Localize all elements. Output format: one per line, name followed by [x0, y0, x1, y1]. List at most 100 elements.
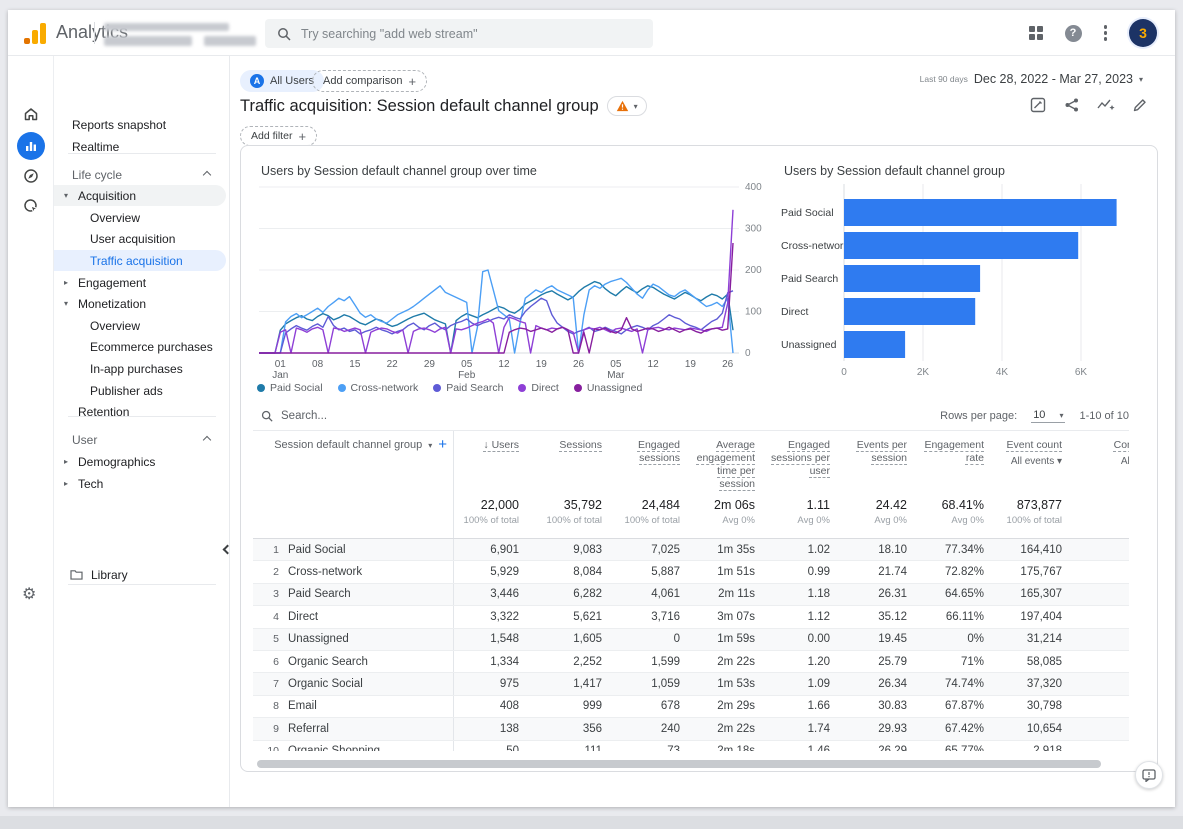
add-comparison-button[interactable]: Add comparison + — [312, 70, 428, 92]
row-metric-cell: 6,901 — [490, 543, 519, 556]
advertising-icon[interactable] — [23, 198, 39, 214]
column-header-event-count[interactable]: Event count All events ▾ — [986, 431, 1064, 491]
reports-icon[interactable] — [17, 132, 45, 160]
row-dimension-cell: 8 Email — [253, 695, 454, 718]
chevron-up-icon[interactable] — [202, 170, 212, 180]
column-header-users[interactable]: ↓ Users — [454, 431, 521, 491]
sidebar-item-overview[interactable]: Overview — [54, 207, 226, 228]
sidebar-item-reports-snapshot[interactable]: Reports snapshot — [54, 114, 226, 135]
add-filter-button[interactable]: Add filter + — [240, 126, 318, 146]
property-suffix-redacted[interactable] — [204, 36, 256, 46]
table-row-unassigned[interactable]: 5 Unassigned 1,548 1,605 0 1m 59s 0.00 19.45 0% 3… — [253, 628, 1129, 651]
row-metric-cell: 2m 29s — [717, 700, 755, 713]
table-search-input[interactable]: Search... — [253, 410, 327, 422]
svg-text:100: 100 — [745, 307, 762, 318]
row-metric-cell: 65.77% — [909, 745, 986, 751]
sidebar-item-library[interactable]: Library — [54, 564, 226, 585]
sidebar-item-engagement[interactable]: ▸ Engagement — [54, 272, 226, 293]
row-metric-cell: 35.12 — [878, 610, 907, 623]
column-header-engagement-rate[interactable]: Engagement rate — [909, 431, 986, 491]
column-header-sessions[interactable]: Sessions — [521, 431, 604, 491]
sidebar-item-demographics[interactable]: ▸ Demographics — [54, 451, 226, 472]
sidebar-item-publisher-ads[interactable]: Publisher ads — [54, 380, 226, 401]
table-row-organic-search[interactable]: 6 Organic Search 1,334 2,252 1,599 2m 22s 1.20… — [253, 650, 1129, 674]
column-header-label: Engagement rate — [924, 439, 984, 464]
sidebar-item-ecommerce-purchases[interactable]: Ecommerce purchases — [54, 336, 226, 357]
table-row-paid-search[interactable]: 3 Paid Search 3,446 6,282 4,061 2m 11s 1.18 26.… — [253, 583, 1129, 607]
date-range-picker[interactable]: Last 90 days Dec 28, 2022 - Mar 27, 2023… — [920, 72, 1143, 86]
customize-report-icon[interactable] — [1029, 96, 1047, 114]
table-row-organic-social[interactable]: 7 Organic Social 975 1,417 1,059 1m 53s 1.09 26… — [253, 673, 1129, 696]
legend-item-direct: Direct — [518, 382, 559, 394]
column-header-engaged-sessions[interactable]: Engaged sessions — [604, 431, 682, 491]
row-metric-cell: 29.93 — [878, 722, 907, 735]
property-name-redacted[interactable] — [104, 36, 192, 46]
row-dimension-cell: 3 Paid Search — [253, 583, 454, 606]
dimension-column-header[interactable]: Session default channel group ▾ + — [253, 431, 454, 491]
column-header-engaged-sessions-per-user[interactable]: Engaged sessions per user — [757, 431, 832, 491]
table-scroll-region[interactable]: Session default channel group ▾ + ↓ Users Se… — [253, 431, 1129, 751]
table-row-paid-social[interactable]: 1 Paid Social 6,901 9,083 7,025 1m 35s 1.02 18.… — [253, 539, 1129, 562]
sidebar-item-acquisition[interactable]: ▾ Acquisition — [54, 185, 226, 206]
chart-legend: Paid Social Cross-network Paid Search Direc… — [257, 382, 642, 394]
edit-pencil-icon[interactable] — [1131, 96, 1149, 114]
column-header-conversions[interactable]: Conversions All events ▾ — [1064, 431, 1129, 491]
table-row-direct[interactable]: 4 Direct 3,322 5,621 3,716 3m 07s 1.12 35.12 66.… — [253, 606, 1129, 629]
global-search-input[interactable]: Try searching "add web stream" — [265, 19, 653, 48]
caret-down-icon[interactable]: ▾ — [64, 299, 68, 308]
svg-text:19: 19 — [536, 359, 548, 370]
table-row-referral[interactable]: 9 Referral 138 356 240 2m 22s 1.74 29.93 67.42% 1… — [253, 718, 1129, 741]
avatar[interactable]: 3 — [1129, 19, 1157, 47]
sidebar-item-tech[interactable]: ▸ Tech — [54, 473, 226, 494]
admin-gear-icon[interactable]: ⚙ — [22, 584, 36, 604]
svg-text:0: 0 — [745, 348, 751, 359]
explore-icon[interactable] — [23, 168, 39, 184]
column-header-average-engagement-time-per-session[interactable]: Average engagement time per session — [682, 431, 757, 491]
row-channel-name: Direct — [288, 610, 319, 623]
row-channel-name: Email — [288, 700, 317, 713]
sidebar-item-user-acquisition[interactable]: User acquisition — [54, 228, 226, 249]
share-icon[interactable] — [1063, 96, 1081, 114]
sidebar-item-user[interactable]: User — [54, 429, 226, 450]
sidebar-item-in-app-purchases[interactable]: In-app purchases — [54, 358, 226, 379]
column-subheader[interactable]: All events ▾ — [986, 455, 1062, 468]
feedback-fab[interactable] — [1135, 761, 1163, 789]
sidebar-item-monetization[interactable]: ▾ Monetization — [54, 293, 226, 314]
sidebar-item-retention[interactable]: Retention — [54, 401, 226, 422]
sidebar-item-overview[interactable]: Overview — [54, 315, 226, 336]
table-row-email[interactable]: 8 Email 408 999 678 2m 29s 1.66 30.83 67.87% 30,7… — [253, 695, 1129, 719]
column-subheader[interactable]: All events ▾ — [1064, 455, 1129, 468]
chevron-down-icon[interactable]: ▾ — [428, 441, 432, 450]
row-metric-cell: 9,083 — [573, 543, 602, 556]
sidebar-item-life-cycle[interactable]: Life cycle — [54, 164, 226, 185]
table-row-organic-shopping[interactable]: 10Organic Shopping50111732m 18s1.4626.29… — [253, 740, 1129, 751]
rows-per-page-select[interactable]: 10 ▾ — [1031, 409, 1066, 423]
plus-icon: + — [408, 73, 417, 89]
folder-icon — [70, 569, 83, 580]
apps-grid-icon[interactable] — [1028, 26, 1043, 40]
row-dimension-cell: 5 Unassigned — [253, 628, 454, 650]
chevron-down-icon: ▾ — [633, 101, 638, 111]
account-name-redacted[interactable] — [104, 23, 229, 31]
row-rank: 1 — [273, 543, 279, 556]
chevron-up-icon[interactable] — [202, 435, 212, 445]
page-title: Traffic acquisition: Session default cha… — [240, 96, 647, 116]
caret-right-icon[interactable]: ▸ — [64, 278, 68, 287]
column-header-events-per-session[interactable]: Events per session — [832, 431, 909, 491]
home-icon[interactable] — [23, 106, 39, 122]
data-quality-warning-chip[interactable]: ▾ — [606, 96, 647, 116]
row-dimension-cell: 10Organic Shopping — [253, 740, 454, 751]
feedback-bubble-icon — [1142, 768, 1156, 782]
row-rank: 4 — [273, 610, 279, 623]
insights-icon[interactable] — [1097, 96, 1115, 114]
horizontal-scrollbar[interactable] — [257, 760, 1101, 768]
help-icon[interactable]: ? — [1064, 24, 1082, 42]
caret-down-icon[interactable]: ▾ — [64, 191, 68, 200]
row-metric-cell: 1.12 — [807, 610, 830, 623]
add-dimension-icon[interactable]: + — [438, 437, 447, 452]
table-row-cross-network[interactable]: 2 Cross-network 5,929 8,084 5,887 1m 51s 0.99 2… — [253, 561, 1129, 584]
more-options-icon[interactable] — [1103, 25, 1107, 41]
caret-right-icon[interactable]: ▸ — [64, 457, 68, 466]
caret-right-icon[interactable]: ▸ — [64, 479, 68, 488]
sidebar-item-traffic-acquisition[interactable]: Traffic acquisition — [54, 250, 226, 271]
